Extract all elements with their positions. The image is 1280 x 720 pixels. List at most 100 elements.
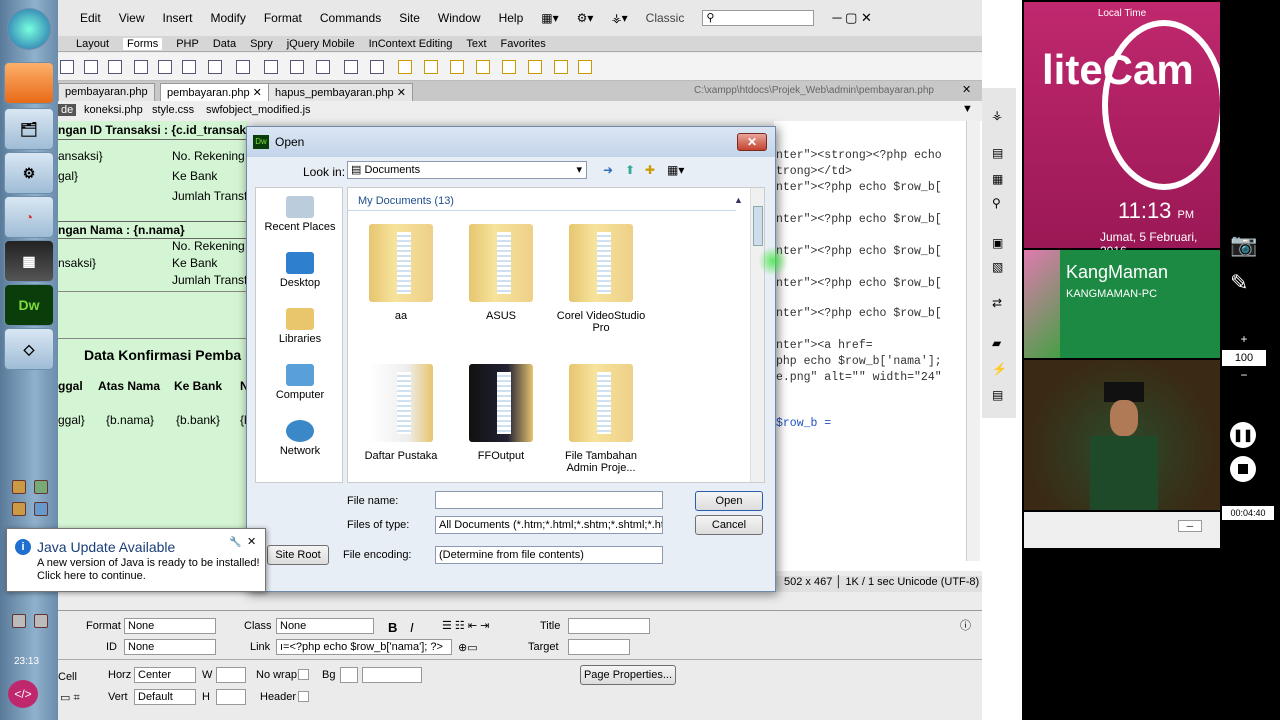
tray-icon[interactable] xyxy=(34,502,48,516)
horz-select[interactable]: Center xyxy=(134,667,196,683)
cancel-button[interactable]: Cancel xyxy=(695,515,763,535)
explorer-icon[interactable]: 🗂 xyxy=(4,108,54,150)
gear-icon[interactable]: ⚙▾ xyxy=(577,11,594,25)
button-icon[interactable] xyxy=(316,60,330,74)
menu-help[interactable]: Help xyxy=(499,11,524,25)
app-icon[interactable]: ◇ xyxy=(4,328,54,370)
w-input[interactable] xyxy=(216,667,246,683)
help-icon[interactable]: ⓘ xyxy=(960,617,971,633)
place-computer[interactable]: Computer xyxy=(256,364,344,401)
file-field-icon[interactable] xyxy=(290,60,304,74)
close-button[interactable]: ✕ xyxy=(737,133,767,151)
spry-textfield-icon[interactable] xyxy=(398,60,412,74)
pen-icon[interactable]: ✎ xyxy=(1230,270,1248,296)
shape-icon[interactable]: ◔ xyxy=(4,196,54,238)
point-to-file-icon[interactable]: ⊕▭ xyxy=(458,641,478,654)
browser-icon[interactable] xyxy=(4,62,54,104)
snippets-icon[interactable]: ▧ xyxy=(992,260,1003,274)
tab-forms[interactable]: Forms xyxy=(123,37,163,50)
close-icon[interactable]: ✕ xyxy=(962,83,971,96)
look-in-select[interactable]: ▤ Documents ▾ xyxy=(347,161,587,179)
jump-icon[interactable] xyxy=(236,60,250,74)
zoom-out-icon[interactable]: − xyxy=(1234,368,1254,382)
bg-color-picker[interactable] xyxy=(340,667,358,683)
tab-data[interactable]: Data xyxy=(213,38,236,50)
spry-checkbox-icon[interactable] xyxy=(450,60,464,74)
zoom-in-icon[interactable]: + xyxy=(1234,332,1254,346)
place-network[interactable]: Network xyxy=(256,420,344,457)
link-input[interactable]: ı=<?php echo $row_b['nama']; ?> xyxy=(276,639,452,655)
back-icon[interactable]: ➜ xyxy=(603,163,613,177)
database-icon[interactable]: ▤ xyxy=(992,146,1003,160)
place-desktop[interactable]: Desktop xyxy=(256,252,344,289)
folder-item[interactable]: File Tambahan Admin Proje... xyxy=(556,364,646,474)
files-icon[interactable]: ▰ xyxy=(992,336,1001,350)
form-icon[interactable] xyxy=(60,60,74,74)
tab-incontext[interactable]: InContext Editing xyxy=(369,38,453,50)
menu-edit[interactable]: Edit xyxy=(80,11,101,25)
code-icon[interactable]: </> xyxy=(8,680,38,708)
place-libraries[interactable]: Libraries xyxy=(256,308,344,345)
code-view[interactable]: nter"><strong><?php echo trong></td> nte… xyxy=(774,121,982,571)
related-file[interactable]: style.css xyxy=(152,104,194,116)
start-orb-icon[interactable] xyxy=(7,8,51,50)
filter-icon[interactable]: ▼ xyxy=(962,103,973,115)
file-list[interactable]: My Documents (13) ▲ aa ASUS Corel VideoS… xyxy=(347,187,788,483)
window-size[interactable]: 502 x 467 xyxy=(784,576,832,588)
encoding-select[interactable]: (Determine from file contents) xyxy=(435,546,663,564)
format-select[interactable]: None xyxy=(124,618,216,634)
menu-format[interactable]: Format xyxy=(264,11,302,25)
up-folder-icon[interactable]: ⬆ xyxy=(625,163,635,177)
behaviors-icon[interactable]: ⚡ xyxy=(992,362,1007,376)
scroll-thumb[interactable] xyxy=(753,206,763,246)
new-folder-icon[interactable]: ✚ xyxy=(645,163,655,177)
spry-textarea-icon[interactable] xyxy=(424,60,438,74)
spry-radio-icon[interactable] xyxy=(554,60,568,74)
tool-icon[interactable]: ⚙ xyxy=(4,152,54,194)
pause-icon[interactable]: ❚❚ xyxy=(1230,422,1256,448)
files-of-type-select[interactable]: All Documents (*.htm;*.html;*.shtm;*.sht… xyxy=(435,516,663,534)
dreamweaver-icon[interactable]: Dw xyxy=(4,284,54,326)
tray-icon[interactable] xyxy=(12,480,26,494)
workspace-select[interactable]: Classic xyxy=(646,11,685,25)
open-button[interactable]: Open xyxy=(695,491,763,511)
class-select[interactable]: None xyxy=(276,618,374,634)
view-menu-icon[interactable]: ▦▾ xyxy=(667,163,684,177)
spry-validation-icon[interactable] xyxy=(578,60,592,74)
video-editor-icon[interactable]: ▦ xyxy=(4,240,54,282)
fieldset-icon[interactable] xyxy=(370,60,384,74)
tray-icon[interactable] xyxy=(12,614,26,628)
tab-php[interactable]: PHP xyxy=(176,38,199,50)
close-icon[interactable]: ✕ xyxy=(247,535,256,548)
textfield-icon[interactable] xyxy=(84,60,98,74)
bold-icon[interactable]: B xyxy=(388,620,397,635)
tab-layout[interactable]: Layout xyxy=(76,38,109,50)
spry-password-icon[interactable] xyxy=(502,60,516,74)
sitemap-icon[interactable]: ⚶ xyxy=(992,108,1002,122)
tab-jquery-mobile[interactable]: jQuery Mobile xyxy=(287,38,355,50)
volume-icon[interactable] xyxy=(34,614,48,628)
h-input[interactable] xyxy=(216,689,246,705)
doc-tab[interactable]: hapus_pembayaran.php ✕ xyxy=(268,83,413,101)
close-icon[interactable]: ✕ xyxy=(253,87,262,99)
spry-select-icon[interactable] xyxy=(476,60,490,74)
image-field-icon[interactable] xyxy=(264,60,278,74)
tab-favorites[interactable]: Favorites xyxy=(501,38,546,50)
bindings-icon[interactable]: ▦ xyxy=(992,172,1003,186)
menu-site[interactable]: Site xyxy=(399,11,420,25)
options-icon[interactable]: 🔧 xyxy=(229,537,241,548)
doc-tab[interactable]: pembayaran.php xyxy=(58,83,155,101)
close-icon[interactable]: ✕ xyxy=(397,87,406,99)
checkbox-icon[interactable] xyxy=(134,60,148,74)
source-code-tab[interactable]: de xyxy=(58,104,77,116)
place-recent[interactable]: Recent Places xyxy=(256,196,344,233)
title-input[interactable] xyxy=(568,618,650,634)
hidden-icon[interactable] xyxy=(108,60,122,74)
collapse-icon[interactable]: ▲ xyxy=(734,195,743,205)
results-icon[interactable]: ▤ xyxy=(992,388,1003,402)
tag-inspector-icon[interactable]: ⇄ xyxy=(992,296,1002,310)
design-view[interactable]: ngan ID Transaksi : {c.id_transak ansaks… xyxy=(58,121,249,591)
window-controls[interactable]: ─ ▢ ✕ xyxy=(832,10,872,26)
italic-icon[interactable]: I xyxy=(410,620,414,635)
dialog-titlebar[interactable]: Dw Open xyxy=(247,127,775,157)
